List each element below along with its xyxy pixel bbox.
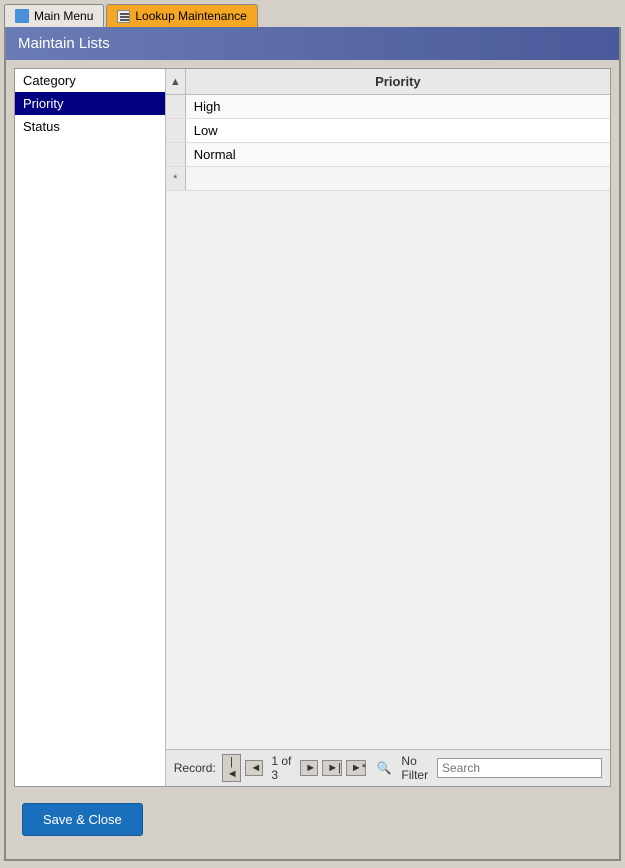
nav-last-button[interactable]: ►| [322,760,342,776]
main-panel: Category Priority Status ▲ Priority [14,68,611,787]
nav-filter-label: No Filter [401,754,433,782]
nav-next-button[interactable]: ► [300,760,318,776]
list-item-priority[interactable]: Priority [15,92,165,115]
grid-row[interactable] [166,119,610,143]
left-list[interactable]: Category Priority Status [15,69,166,786]
grid-cell-2[interactable] [186,119,610,142]
navigation-bar: Record: |◄ ◄ 1 of 3 ► ►| ►* 🔍 No Filter [166,749,610,786]
bottom-area: Save & Close [14,795,611,844]
row-indicator-2 [166,119,186,142]
nav-filter-icon: 🔍 [376,761,391,775]
right-grid-area: ▲ Priority [166,69,610,786]
row-indicator-1 [166,95,186,118]
nav-prev-button[interactable]: ◄ [245,760,263,776]
tab-lookup-maintenance[interactable]: Lookup Maintenance [106,4,257,27]
lookup-icon [117,10,130,23]
content-area: Category Priority Status ▲ Priority [6,60,619,852]
nav-search-area [437,758,602,778]
save-close-button[interactable]: Save & Close [22,803,143,836]
grid-row[interactable] [166,95,610,119]
grid-body[interactable]: * [166,95,610,749]
record-label: Record: [174,761,216,775]
grid-column-priority: Priority [186,69,610,94]
search-input[interactable] [437,758,602,778]
row-indicator-3 [166,143,186,166]
grid-row[interactable] [166,143,610,167]
list-item-status[interactable]: Status [15,115,165,138]
grid-cell-3[interactable] [186,143,610,166]
window-title: Maintain Lists [6,27,619,60]
nav-first-button[interactable]: |◄ [222,754,242,782]
tab-lookup-maintenance-label: Lookup Maintenance [135,9,246,23]
sort-indicator: ▲ [166,69,186,94]
list-item-category[interactable]: Category [15,69,165,92]
grid-header: ▲ Priority [166,69,610,95]
new-row-indicator: * [166,167,186,190]
grid-cell-1[interactable] [186,95,610,118]
nav-end-button[interactable]: ►* [346,760,367,776]
main-menu-icon [15,9,29,23]
tab-main-menu[interactable]: Main Menu [4,4,104,27]
tab-main-menu-label: Main Menu [34,9,93,23]
grid-new-row[interactable]: * [166,167,610,191]
nav-position: 1 of 3 [271,754,292,782]
main-window: Maintain Lists Category Priority Status [4,27,621,861]
grid-cell-new[interactable] [186,167,610,190]
tab-bar: Main Menu Lookup Maintenance [0,0,625,27]
